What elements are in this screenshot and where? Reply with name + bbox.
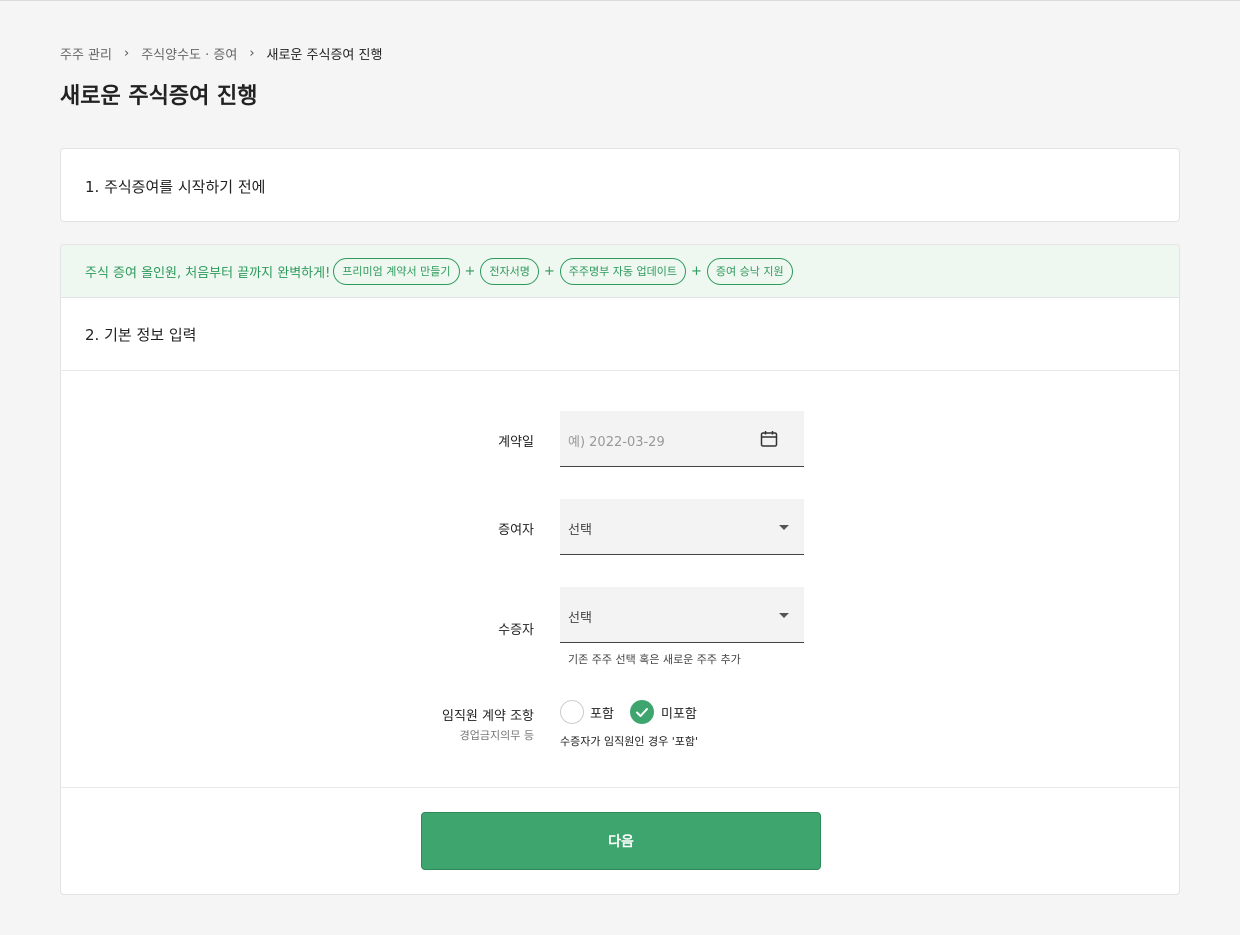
- promo-pill-shareholder-registry: 주주명부 자동 업데이트: [559, 257, 686, 285]
- plus-icon: +: [691, 263, 702, 279]
- donor-label: 증여자: [498, 523, 534, 538]
- contract-date-label: 계약일: [498, 435, 534, 450]
- footer-divider: [61, 787, 1179, 788]
- include-radio-label[interactable]: 포함: [590, 703, 614, 722]
- breadcrumb-item-shareholder-management[interactable]: 주주 관리: [60, 44, 112, 63]
- basic-info-card: 주식 증여 올인원, 처음부터 끝까지 완벽하게! 프리미엄 계약서 만들기 +…: [60, 244, 1180, 895]
- exclude-radio[interactable]: [630, 700, 654, 724]
- promo-pill-e-signature: 전자서명: [480, 257, 539, 285]
- employee-terms-label: 임직원 계약 조항: [442, 709, 534, 724]
- recipient-helper-text: 기존 주주 선택 혹은 새로운 주주 추가: [568, 653, 741, 666]
- recipient-select[interactable]: 선택: [560, 587, 804, 643]
- promo-text: 주식 증여 올인원, 처음부터 끝까지 완벽하게!: [85, 265, 331, 281]
- check-icon: [636, 708, 648, 717]
- calendar-icon[interactable]: [759, 429, 779, 449]
- breadcrumb-item-current: 새로운 주식증여 진행: [266, 47, 383, 63]
- promo-banner: 주식 증여 올인원, 처음부터 끝까지 완벽하게! 프리미엄 계약서 만들기 +…: [61, 245, 1179, 298]
- breadcrumb: 주주 관리 › 주식양수도 · 증여 › 새로운 주식증여 진행: [60, 44, 383, 63]
- employee-terms-sublabel: 경업금지의무 등: [459, 729, 534, 742]
- include-radio[interactable]: [560, 700, 584, 724]
- donor-select[interactable]: 선택: [560, 499, 804, 555]
- donor-select-value: 선택: [568, 523, 592, 538]
- top-divider: [0, 0, 1240, 1]
- employee-terms-helper-text: 수증자가 임직원인 경우 '포함': [560, 735, 698, 748]
- basic-info-header: 2. 기본 정보 입력: [61, 298, 1179, 371]
- next-button[interactable]: 다음: [421, 812, 821, 870]
- chevron-right-icon: ›: [249, 45, 255, 61]
- breadcrumb-item-share-transfer-gift[interactable]: 주식양수도 · 증여: [141, 44, 237, 63]
- before-start-section[interactable]: 1. 주식증여를 시작하기 전에: [60, 148, 1180, 222]
- plus-icon: +: [464, 263, 476, 279]
- section-title: 2. 기본 정보 입력: [85, 326, 197, 344]
- contract-date-placeholder: 예) 2022-03-29: [568, 435, 665, 450]
- promo-pill-premium-contract: 프리미엄 계약서 만들기: [333, 257, 460, 285]
- chevron-right-icon: ›: [123, 45, 130, 61]
- promo-pill-gift-acceptance: 증여 승낙 지원: [706, 257, 793, 285]
- exclude-radio-label[interactable]: 미포함: [661, 703, 697, 722]
- recipient-label: 수증자: [498, 623, 534, 638]
- caret-down-icon: [779, 613, 789, 618]
- caret-down-icon: [779, 525, 789, 530]
- page-title: 새로운 주식증여 진행: [60, 84, 258, 109]
- contract-date-input[interactable]: 예) 2022-03-29: [560, 411, 804, 467]
- recipient-select-value: 선택: [568, 611, 592, 626]
- plus-icon: +: [543, 263, 555, 279]
- section-title: 1. 주식증여를 시작하기 전에: [85, 178, 266, 196]
